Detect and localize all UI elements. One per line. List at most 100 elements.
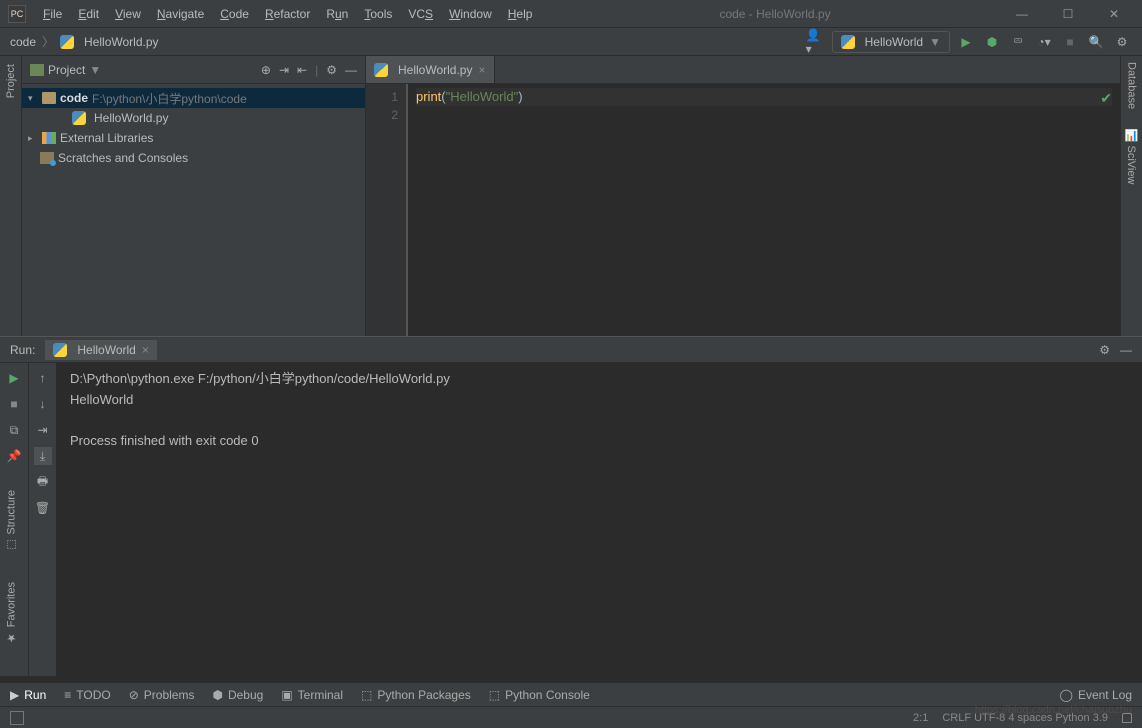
run-panel: Run: HelloWorld × ⚙ — ▶ ■ ⧉ 📌 ↑ ↓ ⇥ ⤓ 🖶 … — [0, 336, 1142, 676]
navigation-bar: code 〉 HelloWorld.py 👤▾ HelloWorld ▼ ▶ ⬢… — [0, 28, 1142, 56]
bottom-tab-pyconsole[interactable]: ⬚Python Console — [489, 688, 590, 702]
close-tab-icon[interactable]: × — [142, 343, 149, 357]
project-tool-tab[interactable]: Project — [5, 64, 17, 98]
python-file-icon — [374, 63, 388, 77]
run-config-label: HelloWorld — [865, 35, 923, 49]
sciview-tool-tab[interactable]: 📊 SciView — [1125, 129, 1138, 184]
menu-edit[interactable]: Edit — [71, 4, 106, 24]
rerun-button[interactable]: ▶ — [5, 369, 23, 387]
event-log-button[interactable]: ◯Event Log — [1060, 688, 1132, 702]
breadcrumb: code 〉 HelloWorld.py — [10, 33, 159, 50]
bottom-tab-pypackages[interactable]: ⬚Python Packages — [361, 688, 471, 702]
run-panel-header: Run: HelloWorld × ⚙ — — [0, 337, 1142, 363]
minimize-button[interactable]: — — [1002, 0, 1042, 28]
menu-file[interactable]: File — [36, 4, 69, 24]
menu-bar: File Edit View Navigate Code Refactor Ru… — [36, 4, 539, 24]
debug-button[interactable]: ⬢ — [982, 32, 1002, 52]
tool-window-toggle-icon[interactable] — [10, 711, 24, 725]
layout-button[interactable]: ⧉ — [5, 421, 23, 439]
ide-settings-button[interactable]: ⚙ — [1112, 32, 1132, 52]
pin-button[interactable]: 📌 — [5, 447, 23, 465]
bottom-tab-debug[interactable]: ⬢Debug — [212, 688, 263, 702]
down-icon[interactable]: ↓ — [34, 395, 52, 413]
clear-icon[interactable]: 🗑 — [34, 499, 52, 517]
menu-code[interactable]: Code — [213, 4, 256, 24]
favorites-tool-tab[interactable]: ★ Favorites — [5, 582, 18, 644]
watermark-text: https://blog.csdn.net/chaisuozhu — [975, 704, 1132, 716]
bottom-tab-run[interactable]: ▶Run — [10, 688, 46, 702]
editor-area: HelloWorld.py × 1 2 print("HelloWorld") … — [366, 56, 1120, 336]
tree-file[interactable]: HelloWorld.py — [22, 108, 365, 128]
bottom-tab-problems[interactable]: ⊘Problems — [129, 688, 195, 702]
menu-view[interactable]: View — [108, 4, 148, 24]
menu-navigate[interactable]: Navigate — [150, 4, 211, 24]
line-number: 1 — [366, 88, 398, 106]
breadcrumb-file[interactable]: HelloWorld.py — [84, 35, 158, 49]
nav-toolbar: 👤▾ HelloWorld ▼ ▶ ⬢ ⮹ ◔▾ ■ 🔍 ⚙ — [806, 28, 1132, 56]
project-view-icon — [30, 64, 44, 76]
tree-root-folder[interactable]: ▾ code F:\python\小白学python\code — [22, 88, 365, 108]
inspection-ok-icon[interactable]: ✔ — [1100, 90, 1112, 107]
run-button[interactable]: ▶ — [956, 32, 976, 52]
database-tool-tab[interactable]: Database — [1126, 62, 1138, 109]
caret-position[interactable]: 2:1 — [913, 712, 928, 724]
project-panel-title[interactable]: Project ▼ — [30, 63, 255, 77]
hide-icon[interactable]: — — [345, 63, 357, 77]
console-output[interactable]: D:\Python\python.exe F:/python/小白学python… — [56, 363, 1142, 676]
stop-button[interactable]: ■ — [5, 395, 23, 413]
structure-tool-tab[interactable]: ⬚ Structure — [5, 490, 18, 552]
up-icon[interactable]: ↑ — [34, 369, 52, 387]
close-tab-icon[interactable]: × — [478, 63, 485, 77]
coverage-button[interactable]: ⮹ — [1008, 32, 1028, 52]
right-tool-gutter: Database 📊 SciView — [1120, 56, 1142, 336]
settings-icon[interactable]: ⚙ — [1099, 343, 1110, 357]
bottom-tab-todo[interactable]: ≡TODO — [64, 688, 110, 702]
editor-tab[interactable]: HelloWorld.py × — [366, 56, 495, 83]
library-icon — [42, 132, 56, 144]
scratch-icon — [40, 152, 54, 164]
search-button[interactable]: 🔍 — [1086, 32, 1106, 52]
project-panel-tools: ⊕ ⇥ ⇤ | ⚙ — — [261, 63, 357, 77]
breadcrumb-root[interactable]: code — [10, 35, 36, 49]
line-number-gutter: 1 2 — [366, 84, 406, 336]
user-icon[interactable]: 👤▾ — [806, 28, 826, 56]
run-panel-tab[interactable]: HelloWorld × — [45, 340, 156, 360]
collapse-icon[interactable]: ⇤ — [297, 63, 307, 77]
menu-window[interactable]: Window — [442, 4, 499, 24]
tree-scratches[interactable]: Scratches and Consoles — [22, 148, 365, 168]
hide-icon[interactable]: — — [1120, 343, 1132, 357]
menu-tools[interactable]: Tools — [357, 4, 399, 24]
code-editor[interactable]: print("HelloWorld") ✔ — [408, 84, 1120, 336]
menu-run[interactable]: Run — [319, 4, 355, 24]
window-controls: — ☐ ✕ — [1002, 0, 1134, 28]
locate-icon[interactable]: ⊕ — [261, 63, 271, 77]
run-output-buttons: ↑ ↓ ⇥ ⤓ 🖶 🗑 — [28, 363, 56, 676]
status-bar: 2:1 CRLF UTF-8 4 spaces Python 3.9 — [0, 706, 1142, 728]
menu-vcs[interactable]: VCS — [401, 4, 440, 24]
expand-icon[interactable]: ⇥ — [279, 63, 289, 77]
chevron-right-icon: ▸ — [28, 133, 38, 144]
print-icon[interactable]: 🖶 — [34, 473, 52, 491]
title-bar: PC File Edit View Navigate Code Refactor… — [0, 0, 1142, 28]
bottom-tab-terminal[interactable]: ▣Terminal — [281, 688, 343, 702]
chevron-down-icon: ▾ — [28, 93, 38, 104]
python-file-icon — [60, 35, 74, 49]
settings-icon[interactable]: ⚙ — [326, 63, 337, 77]
window-title: code - HelloWorld.py — [719, 7, 830, 21]
close-button[interactable]: ✕ — [1094, 0, 1134, 28]
tree-external-libs[interactable]: ▸ External Libraries — [22, 128, 365, 148]
menu-help[interactable]: Help — [501, 4, 540, 24]
maximize-button[interactable]: ☐ — [1048, 0, 1088, 28]
menu-refactor[interactable]: Refactor — [258, 4, 317, 24]
profile-button[interactable]: ◔▾ — [1034, 32, 1054, 52]
editor-tab-label: HelloWorld.py — [398, 63, 472, 77]
run-configuration-dropdown[interactable]: HelloWorld ▼ — [832, 31, 950, 53]
left-bottom-gutter: ⬚ Structure ★ Favorites — [0, 490, 22, 644]
scroll-to-end-icon[interactable]: ⤓ — [34, 447, 52, 465]
left-tool-gutter: Project — [0, 56, 22, 336]
editor-body: 1 2 print("HelloWorld") ✔ — [366, 84, 1120, 336]
soft-wrap-icon[interactable]: ⇥ — [34, 421, 52, 439]
dropdown-arrow-icon: ▼ — [929, 35, 941, 49]
stop-button[interactable]: ■ — [1060, 32, 1080, 52]
app-logo-icon: PC — [8, 5, 26, 23]
